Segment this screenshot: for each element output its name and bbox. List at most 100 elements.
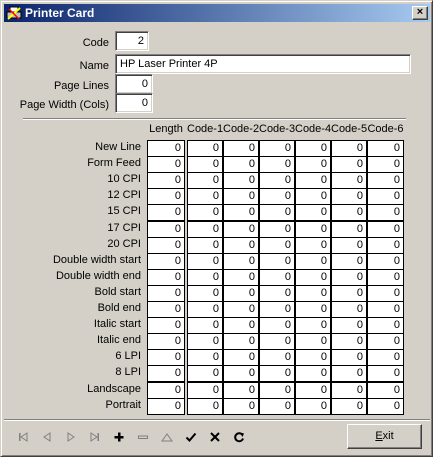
next-record-button[interactable] <box>61 427 81 447</box>
grid-cell[interactable]: 0 <box>147 333 185 350</box>
cancel-button[interactable] <box>205 427 225 447</box>
grid-cell[interactable]: 0 <box>147 253 185 270</box>
grid-cell[interactable]: 0 <box>295 398 331 415</box>
title-bar[interactable]: Printer Card × <box>4 4 430 22</box>
grid-cell[interactable]: 0 <box>259 269 295 286</box>
grid-cell[interactable]: 0 <box>295 269 331 286</box>
page-width-field[interactable]: 0 <box>115 93 153 113</box>
grid-cell[interactable]: 0 <box>223 349 259 366</box>
grid-cell[interactable]: 0 <box>367 365 404 382</box>
grid-cell[interactable]: 0 <box>331 140 367 157</box>
grid-cell[interactable]: 0 <box>259 204 295 221</box>
grid-cell[interactable]: 0 <box>331 253 367 270</box>
grid-cell[interactable]: 0 <box>295 301 331 318</box>
grid-cell[interactable]: 0 <box>223 221 259 238</box>
grid-cell[interactable]: 0 <box>187 253 223 270</box>
grid-cell[interactable]: 0 <box>187 365 223 382</box>
grid-cell[interactable]: 0 <box>259 172 295 189</box>
grid-cell[interactable]: 0 <box>259 253 295 270</box>
grid-cell[interactable]: 0 <box>367 253 404 270</box>
grid-cell[interactable]: 0 <box>331 269 367 286</box>
grid-cell[interactable]: 0 <box>223 398 259 415</box>
prior-record-button[interactable] <box>37 427 57 447</box>
grid-cell[interactable]: 0 <box>295 285 331 302</box>
grid-cell[interactable]: 0 <box>187 398 223 415</box>
grid-cell[interactable]: 0 <box>147 172 185 189</box>
grid-cell[interactable]: 0 <box>367 398 404 415</box>
grid-cell[interactable]: 0 <box>259 333 295 350</box>
grid-cell[interactable]: 0 <box>367 204 404 221</box>
name-field[interactable]: HP Laser Printer 4P <box>115 54 411 74</box>
grid-cell[interactable]: 0 <box>223 382 259 399</box>
grid-cell[interactable]: 0 <box>187 188 223 205</box>
grid-cell[interactable]: 0 <box>331 317 367 334</box>
grid-cell[interactable]: 0 <box>147 269 185 286</box>
grid-cell[interactable]: 0 <box>147 221 185 238</box>
grid-cell[interactable]: 0 <box>367 172 404 189</box>
grid-cell[interactable]: 0 <box>331 188 367 205</box>
grid-cell[interactable]: 0 <box>187 349 223 366</box>
first-record-button[interactable] <box>13 427 33 447</box>
grid-cell[interactable]: 0 <box>147 398 185 415</box>
grid-cell[interactable]: 0 <box>331 398 367 415</box>
grid-cell[interactable]: 0 <box>367 140 404 157</box>
grid-cell[interactable]: 0 <box>295 204 331 221</box>
grid-cell[interactable]: 0 <box>147 317 185 334</box>
grid-cell[interactable]: 0 <box>331 204 367 221</box>
page-lines-field[interactable]: 0 <box>115 74 153 94</box>
grid-cell[interactable]: 0 <box>259 188 295 205</box>
grid-cell[interactable]: 0 <box>331 382 367 399</box>
grid-cell[interactable]: 0 <box>295 221 331 238</box>
grid-cell[interactable]: 0 <box>187 317 223 334</box>
grid-cell[interactable]: 0 <box>331 237 367 254</box>
grid-cell[interactable]: 0 <box>187 301 223 318</box>
code-field[interactable]: 2 <box>115 31 149 51</box>
close-button[interactable]: × <box>412 6 428 20</box>
grid-cell[interactable]: 0 <box>223 253 259 270</box>
grid-cell[interactable]: 0 <box>187 382 223 399</box>
grid-cell[interactable]: 0 <box>223 156 259 173</box>
insert-button[interactable] <box>109 427 129 447</box>
grid-cell[interactable]: 0 <box>187 333 223 350</box>
grid-cell[interactable]: 0 <box>259 317 295 334</box>
grid-cell[interactable]: 0 <box>295 317 331 334</box>
refresh-button[interactable] <box>229 427 249 447</box>
grid-cell[interactable]: 0 <box>147 349 185 366</box>
grid-cell[interactable]: 0 <box>295 253 331 270</box>
grid-cell[interactable]: 0 <box>295 382 331 399</box>
grid-cell[interactable]: 0 <box>147 285 185 302</box>
grid-cell[interactable]: 0 <box>223 285 259 302</box>
grid-cell[interactable]: 0 <box>259 382 295 399</box>
grid-cell[interactable]: 0 <box>187 221 223 238</box>
grid-cell[interactable]: 0 <box>147 188 185 205</box>
grid-cell[interactable]: 0 <box>147 156 185 173</box>
grid-cell[interactable]: 0 <box>187 172 223 189</box>
grid-cell[interactable]: 0 <box>223 317 259 334</box>
grid-cell[interactable]: 0 <box>295 365 331 382</box>
grid-cell[interactable]: 0 <box>223 269 259 286</box>
grid-cell[interactable]: 0 <box>147 237 185 254</box>
grid-cell[interactable]: 0 <box>223 333 259 350</box>
grid-cell[interactable]: 0 <box>367 317 404 334</box>
grid-cell[interactable]: 0 <box>147 365 185 382</box>
edit-button[interactable] <box>157 427 177 447</box>
exit-button[interactable]: Exit <box>347 424 422 449</box>
grid-cell[interactable]: 0 <box>147 140 185 157</box>
grid-cell[interactable]: 0 <box>331 285 367 302</box>
grid-cell[interactable]: 0 <box>331 333 367 350</box>
grid-cell[interactable]: 0 <box>259 156 295 173</box>
grid-cell[interactable]: 0 <box>295 140 331 157</box>
grid-cell[interactable]: 0 <box>223 188 259 205</box>
last-record-button[interactable] <box>85 427 105 447</box>
grid-cell[interactable]: 0 <box>259 221 295 238</box>
grid-cell[interactable]: 0 <box>367 156 404 173</box>
post-button[interactable] <box>181 427 201 447</box>
grid-cell[interactable]: 0 <box>331 156 367 173</box>
grid-cell[interactable]: 0 <box>331 301 367 318</box>
grid-cell[interactable]: 0 <box>295 172 331 189</box>
grid-cell[interactable]: 0 <box>187 140 223 157</box>
grid-cell[interactable]: 0 <box>223 365 259 382</box>
grid-cell[interactable]: 0 <box>367 221 404 238</box>
grid-cell[interactable]: 0 <box>223 301 259 318</box>
grid-cell[interactable]: 0 <box>147 204 185 221</box>
